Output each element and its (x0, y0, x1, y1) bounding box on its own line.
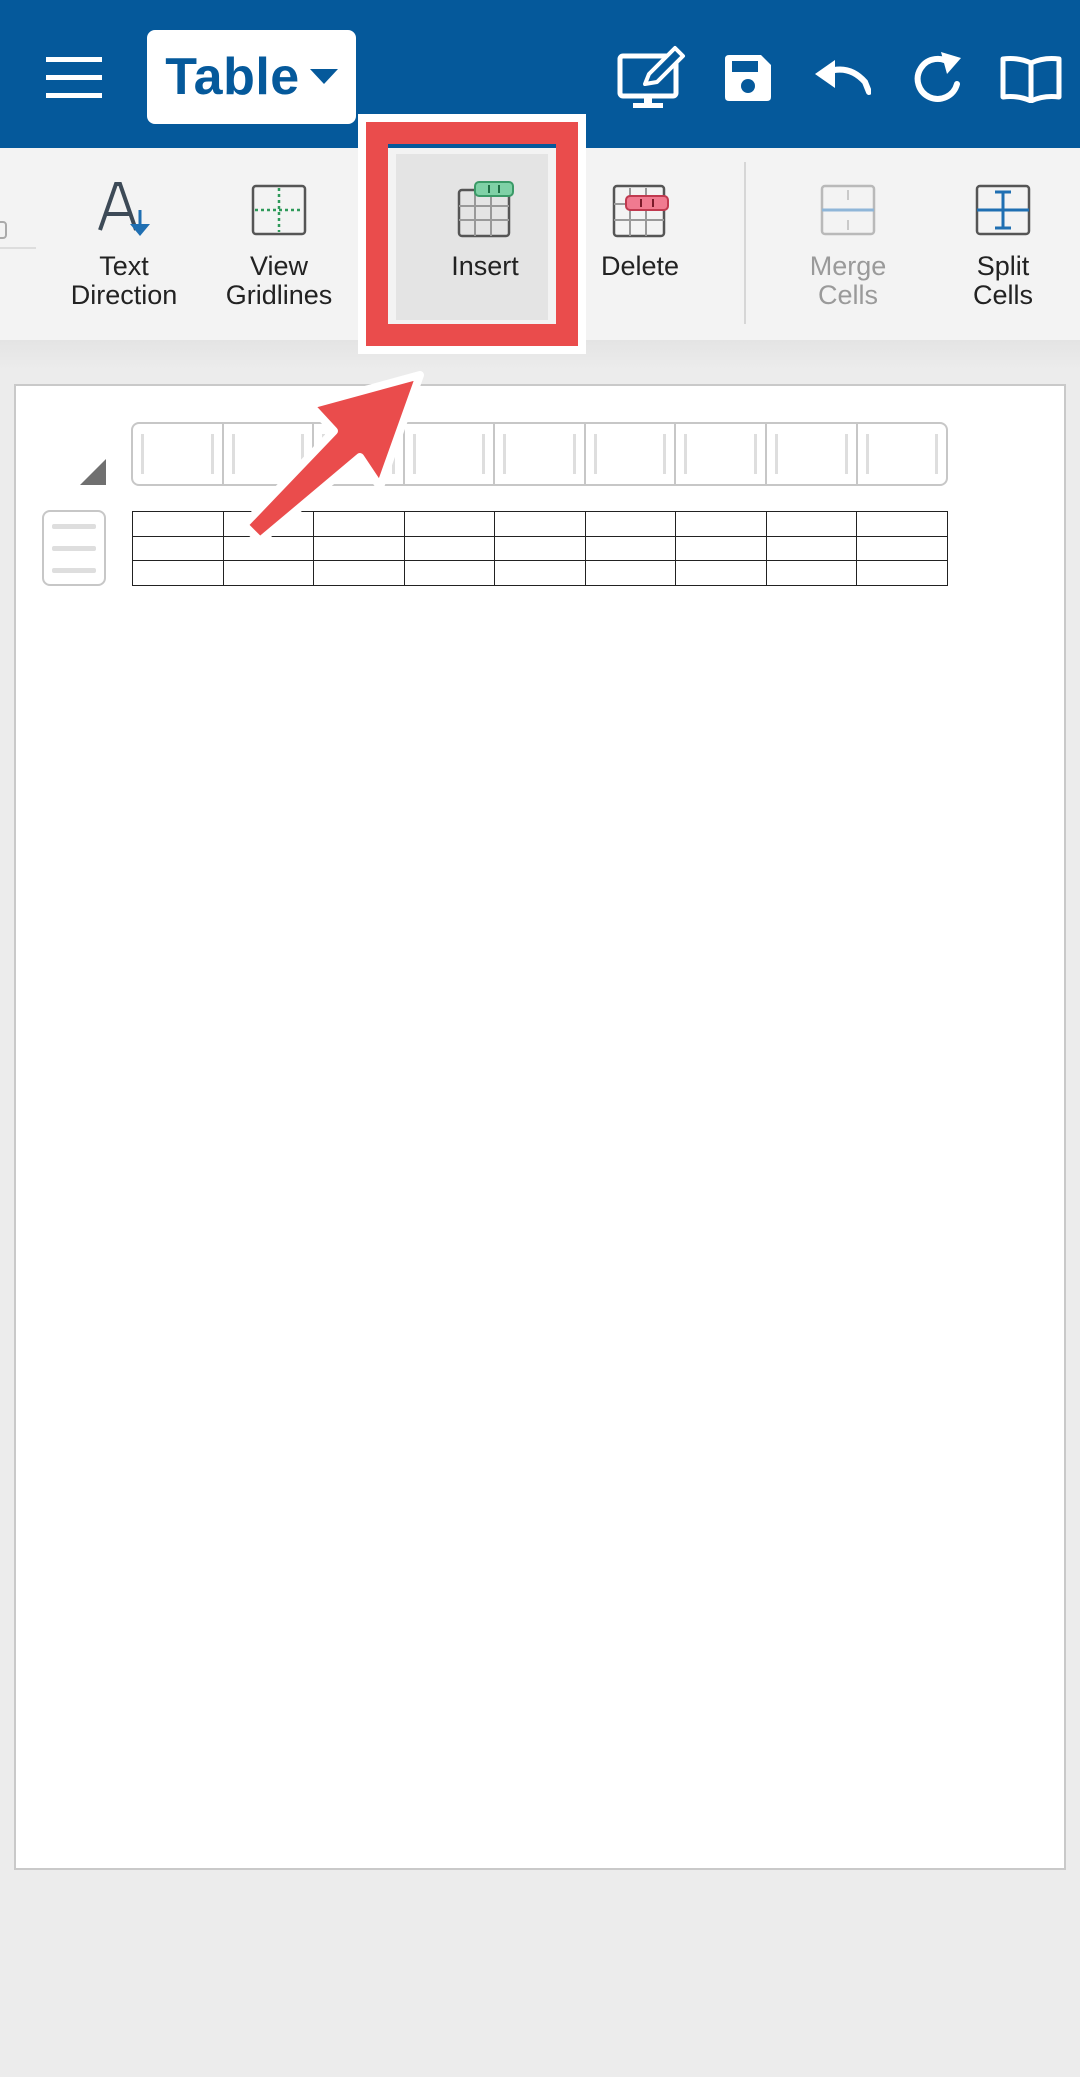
undo-button[interactable] (806, 44, 878, 112)
ribbon-divider (744, 162, 746, 324)
table-cell[interactable] (403, 560, 496, 586)
table-cell[interactable] (132, 511, 224, 537)
table-cell[interactable] (765, 535, 858, 562)
floppy-disk-icon (725, 55, 771, 101)
read-mode-button[interactable] (996, 48, 1066, 110)
mode-selector-dropdown[interactable]: Table (147, 30, 356, 124)
merge-cells-button[interactable]: Merge Cells (773, 168, 923, 318)
table-cell[interactable] (675, 535, 767, 562)
present-button[interactable] (612, 40, 692, 116)
table-cell[interactable] (765, 511, 858, 537)
table-cell[interactable] (584, 535, 677, 562)
table-cell[interactable] (584, 560, 677, 586)
table-cell[interactable] (313, 560, 405, 586)
redo-icon (914, 52, 961, 102)
redo-button[interactable] (906, 44, 970, 112)
text-direction-label: Text Direction (70, 251, 178, 310)
table-cell[interactable] (584, 511, 677, 537)
column-handle[interactable] (586, 424, 677, 484)
document-page[interactable] (14, 384, 1066, 1870)
row-handles[interactable] (42, 510, 106, 586)
view-gridlines-label: View Gridlines (225, 251, 333, 310)
split-cells-button[interactable]: Split Cells (928, 168, 1078, 318)
split-cells-icon (975, 184, 1031, 236)
table-delete-icon (612, 184, 669, 238)
row-handle[interactable] (52, 524, 96, 529)
merge-cells-label: Merge Cells (809, 251, 887, 310)
save-button[interactable] (714, 44, 782, 112)
open-book-icon (1000, 56, 1062, 103)
column-handle[interactable] (495, 424, 586, 484)
view-gridlines-button[interactable]: View Gridlines (204, 168, 354, 318)
partial-ribbon-item[interactable] (0, 218, 36, 258)
table-cell[interactable] (132, 535, 224, 562)
table-cell[interactable] (494, 511, 586, 537)
column-handle[interactable] (676, 424, 767, 484)
text-direction-icon (98, 182, 150, 236)
table-cell[interactable] (222, 560, 315, 586)
insert-highlight-box (358, 114, 586, 354)
table-cell[interactable] (765, 560, 858, 586)
menu-button[interactable] (38, 42, 110, 114)
table-row (132, 560, 948, 586)
split-cells-label: Split Cells (972, 251, 1033, 310)
table-cell[interactable] (675, 560, 767, 586)
delete-label: Delete (600, 251, 680, 281)
row-handle[interactable] (52, 546, 96, 551)
delete-button[interactable]: Delete (565, 168, 715, 318)
view-gridlines-icon (251, 184, 307, 236)
mode-label: Table (165, 48, 300, 106)
table-cell[interactable] (856, 560, 948, 586)
column-handle[interactable] (858, 424, 947, 484)
monitor-pen-icon (617, 46, 685, 108)
text-direction-button[interactable]: Text Direction (49, 168, 199, 318)
merge-cells-icon (820, 184, 876, 236)
table-cell[interactable] (856, 535, 948, 562)
caret-down-icon (309, 69, 338, 84)
table-cell[interactable] (132, 560, 224, 586)
table-cell[interactable] (494, 535, 586, 562)
undo-icon (815, 60, 871, 95)
column-handle[interactable] (767, 424, 858, 484)
table-select-handle[interactable] (80, 459, 106, 485)
app-root: Table Text Direction View Gridlines Inse… (0, 0, 1080, 2077)
table-cell[interactable] (856, 511, 948, 537)
pointer-arrow-icon (240, 371, 424, 545)
row-handle[interactable] (52, 568, 96, 573)
hamburger-menu-icon (46, 57, 102, 98)
table-cell[interactable] (494, 560, 586, 586)
partial-icon (0, 221, 36, 249)
column-handle[interactable] (133, 424, 224, 484)
table-cell[interactable] (675, 511, 767, 537)
